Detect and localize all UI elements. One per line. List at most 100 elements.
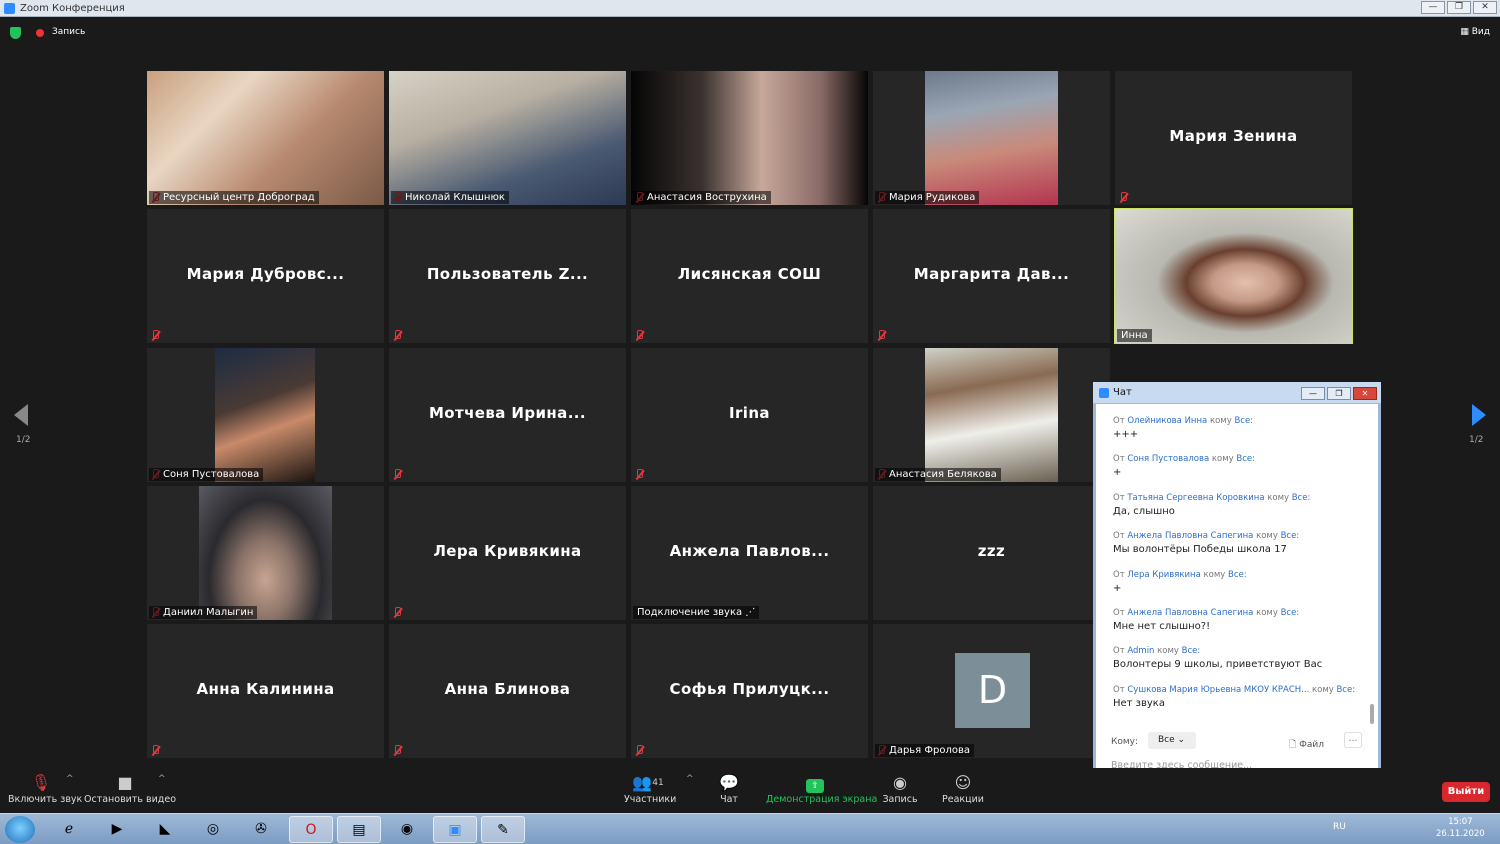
chat-recipient[interactable]: Все: [1281,608,1300,618]
windows-start-button[interactable] [5,816,35,843]
participant-tile[interactable]: zzz [873,486,1110,620]
chat-sender[interactable]: Олейникова Инна [1127,416,1207,426]
chat-sender[interactable]: Сушкова Мария Юрьевна МКОУ КРАСН... [1127,685,1309,695]
participant-tile[interactable]: Мария Рудикова [873,71,1110,205]
muted-mic-icon [634,745,644,756]
chat-sender[interactable]: Анжела Павловна Сапегина [1127,531,1253,541]
participant-tile[interactable]: Маргарита Дав... [873,209,1110,343]
from-word: От [1113,607,1125,618]
chat-message-meta: От Олейникова Инна кому Все: [1113,416,1363,426]
chat-scrollbar[interactable] [1370,704,1374,724]
chat-message-meta: От Соня Пустовалова кому Все: [1113,454,1363,464]
chat-sender[interactable]: Лера Кривякина [1127,570,1200,580]
internet-explorer-icon[interactable]: ℯ [47,816,91,843]
participant-video [925,71,1058,205]
file-explorer-icon[interactable]: ▤ [337,816,381,843]
to-word: кому [1256,531,1278,542]
participant-tile[interactable]: Лисянская СОШ [631,209,868,343]
participant-tile[interactable]: Анжела Павлов... Подключение звука ⋰ [631,486,868,620]
chat-sender[interactable]: Admin [1127,646,1154,656]
system-clock[interactable]: 15:07 26.11.2020 [1436,816,1485,840]
input-language[interactable]: RU [1333,822,1346,832]
chat-close-button[interactable]: ✕ [1353,387,1377,400]
to-word: кому [1256,607,1278,618]
paint-icon[interactable]: ✎ [481,816,525,843]
chat-recipient[interactable]: Все: [1281,531,1300,541]
chat-recipient[interactable]: Все: [1182,646,1201,656]
chrome-icon[interactable]: ◉ [385,816,429,843]
browser-icon[interactable]: ◎ [191,816,235,843]
unmute-button[interactable]: 🎙 Включить звук [8,768,83,805]
chat-message-meta: От Сушкова Мария Юрьевна МКОУ КРАСН... к… [1113,685,1363,695]
reactions-button[interactable]: ☺ Реакции [942,768,984,805]
participant-tile[interactable]: Мария Зенина [1115,71,1352,205]
participant-tile[interactable]: Анна Блинова [389,624,626,758]
recording-icon [36,29,44,37]
stop-video-button[interactable]: ■ Остановить видео [84,768,176,805]
opera-icon[interactable]: O [289,816,333,843]
maximize-button[interactable]: ❐ [1447,1,1471,14]
participant-tile[interactable]: Анастасия Белякова [873,348,1110,482]
participant-tile[interactable]: Мотчева Ирина... [389,348,626,482]
more-options-icon[interactable]: … [1344,732,1362,748]
zoom-taskbar-icon[interactable]: ▣ [433,816,477,843]
audio-options-chevron-icon[interactable]: ^ [66,774,74,784]
record-button[interactable]: ◉ Запись [882,768,918,805]
security-shield-icon[interactable] [10,27,21,39]
file-label: Файл [1299,740,1324,750]
participant-tile[interactable]: Анастасия Вострухина [631,71,868,205]
minimize-button[interactable]: — [1421,1,1445,14]
participant-tile[interactable]: D Дарья Фролова [873,624,1110,758]
chat-recipient[interactable]: Все: [1234,416,1253,426]
chat-recipient[interactable]: Все: [1236,454,1255,464]
recipient-select[interactable]: Все ⌄ [1148,732,1196,749]
chat-maximize-button[interactable]: ❐ [1327,387,1351,400]
chat-sender[interactable]: Татьяна Сергеевна Коровкина [1127,493,1264,503]
participant-name: Анастасия Вострухина [633,191,771,204]
prev-page-arrow-icon[interactable] [14,404,28,426]
participant-tile[interactable]: Соня Пустовалова [147,348,384,482]
close-window-button[interactable]: ✕ [1473,1,1497,14]
participant-tile[interactable]: Лера Кривякина [389,486,626,620]
chat-recipient[interactable]: Все: [1336,685,1355,695]
media-player-icon[interactable]: ▶ [95,816,139,843]
chat-sender[interactable]: Анжела Павловна Сапегина [1127,608,1253,618]
participant-video [147,71,384,205]
view-button[interactable]: ▦ Вид [1460,27,1490,37]
view-label: Вид [1471,27,1490,37]
from-word: От [1113,531,1125,542]
participant-tile[interactable]: Мария Дубровс... [147,209,384,343]
participants-chevron-icon[interactable]: ^ [686,774,694,784]
participant-tile[interactable]: Ресурсный центр Доброград [147,71,384,205]
chat-message-list[interactable]: От Олейникова Инна кому Все: +++ От Соня П… [1113,416,1363,723]
chat-sender[interactable]: Соня Пустовалова [1127,454,1209,464]
file-button[interactable]: 🗋 Файл [1289,737,1324,753]
film-reel-icon[interactable]: ✇ [239,816,283,843]
share-screen-button[interactable]: ⇧ Демонстрация экрана [766,768,877,805]
participant-video [1115,209,1352,343]
chat-message-text: Волонтеры 9 школы, приветствуют Вас [1113,659,1323,671]
chat-minimize-button[interactable]: — [1301,387,1325,400]
participant-tile[interactable]: Софья Прилуцк... [631,624,868,758]
chat-recipient[interactable]: Все: [1228,570,1247,580]
from-word: От [1113,492,1125,503]
unmute-label: Включить звук [8,794,83,805]
next-page-arrow-icon[interactable] [1472,404,1486,426]
chat-button[interactable]: 💬 Чат [712,768,746,805]
participant-tile[interactable]: Анна Калинина [147,624,384,758]
active-speaker-tile[interactable]: Инна [1114,208,1353,344]
participants-button[interactable]: 👥41 Участники [624,768,677,805]
participant-tile[interactable]: Пользователь Z... [389,209,626,343]
chat-recipient[interactable]: Все: [1292,493,1311,503]
participant-name: Инна [1117,329,1152,342]
leave-meeting-button[interactable]: Выйти [1442,782,1490,802]
chat-message: От Сушкова Мария Юрьевна МКОУ КРАСН... к… [1113,685,1363,723]
participants-label: Участники [624,794,677,805]
muted-mic-icon [392,607,402,618]
chat-titlebar[interactable]: Чат — ❐ ✕ [1093,382,1381,404]
participant-tile[interactable]: Даниил Малыгин [147,486,384,620]
participant-tile[interactable]: Николай Клышнюк [389,71,626,205]
video-options-chevron-icon[interactable]: ^ [158,774,166,784]
participant-tile[interactable]: Irina [631,348,868,482]
visual-studio-icon[interactable]: ◣ [143,816,187,843]
